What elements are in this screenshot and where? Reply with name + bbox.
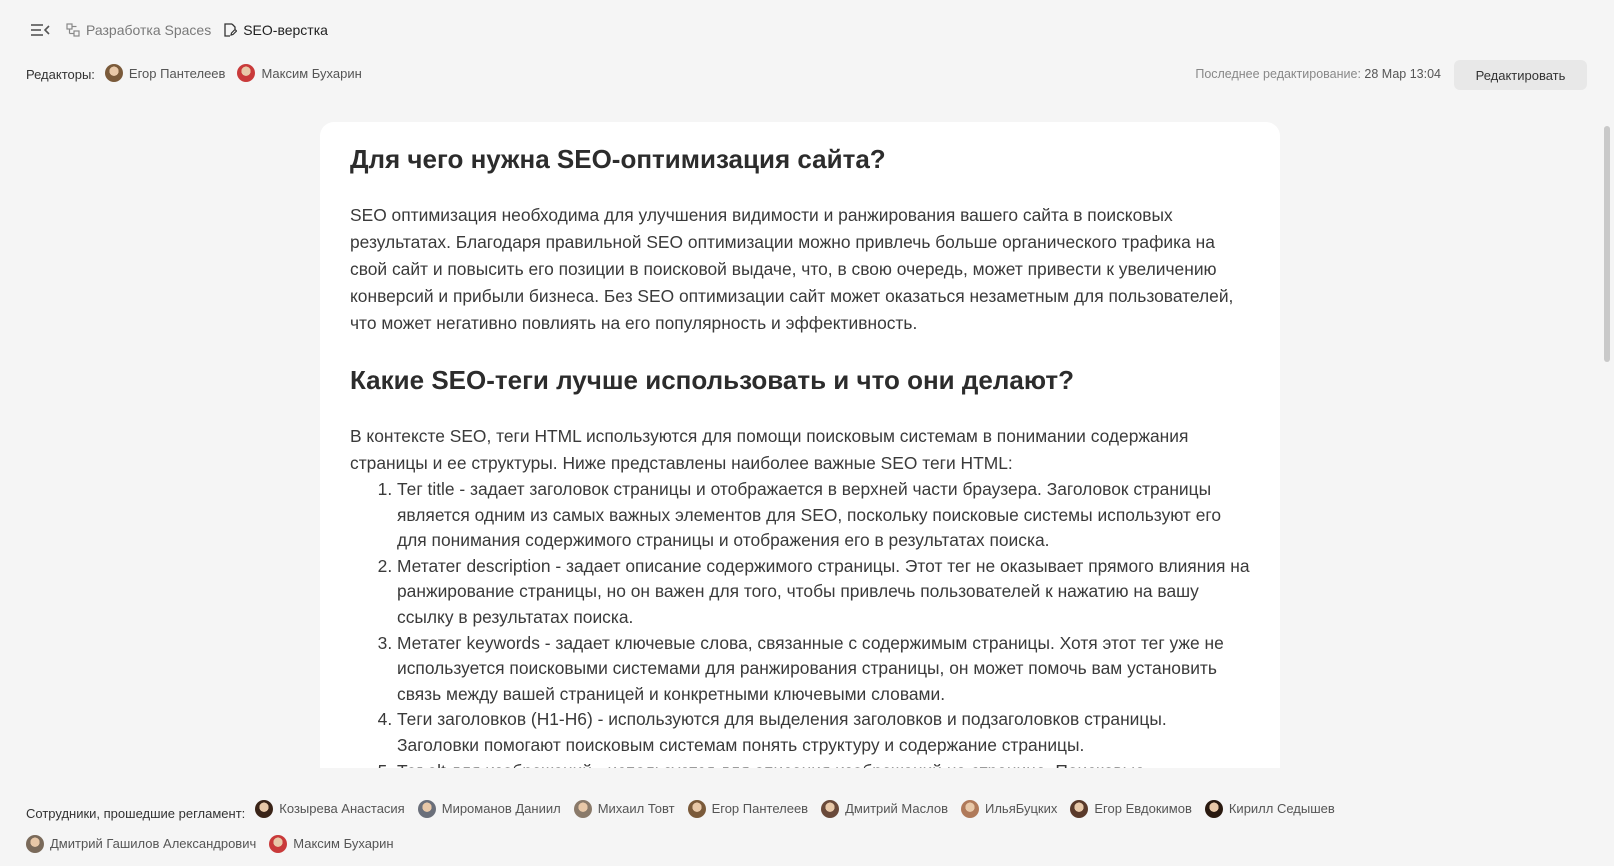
list-item: Тег alt для изображений - используется д… (397, 759, 1250, 768)
avatar (237, 64, 256, 82)
last-edit-label: Последнее редактирование: (1195, 67, 1361, 81)
editors-label: Редакторы: (26, 67, 95, 82)
editor-person-name: Егор Пантелеев (128, 65, 226, 81)
staff-label: Сотрудники, прошедшие регламент: (26, 806, 246, 821)
page-scrollbar[interactable] (1604, 126, 1610, 362)
avatar (269, 835, 288, 853)
article-heading-1: Для чего нужна SEO-оптимизация сайта? (350, 144, 886, 174)
staff-person-name: Козырева Анастасия (279, 801, 405, 816)
avatar (417, 800, 436, 818)
staff-person-name: Дмитрий Маслов (845, 801, 948, 816)
staff-person[interactable]: Козырева Анастасия (255, 794, 405, 824)
editors-bar: Редакторы: Егор Пантелеев Максим Бухарин (26, 64, 374, 85)
article-card: Для чего нужна SEO-оптимизация сайта? SE… (320, 122, 1280, 768)
staff-person-name: Егор Евдокимов (1094, 801, 1192, 816)
staff-person[interactable]: Михаил Товт (573, 794, 675, 824)
document-edit-icon (224, 23, 238, 37)
editor-person[interactable]: Максим Бухарин (237, 64, 362, 82)
staff-person[interactable]: ИльяБуцких (961, 794, 1057, 824)
avatar (255, 800, 274, 818)
editors-list: Егор Пантелеев Максим Бухарин (104, 64, 374, 85)
article-paragraph-2: В контексте SEO, теги HTML используются … (350, 426, 1189, 473)
staff-person[interactable]: Дмитрий Маслов (821, 794, 948, 824)
top-bar: Разработка Spaces SEO-верстка (28, 18, 340, 42)
avatar (961, 800, 979, 818)
staff-person[interactable]: Кирилл Седышев (1204, 794, 1335, 824)
staff-person-name: Егор Пантелеев (711, 801, 809, 816)
avatar (1070, 800, 1089, 818)
avatar (687, 800, 706, 818)
staff-person[interactable]: Мироманов Даниил (417, 794, 561, 824)
breadcrumb-space[interactable]: Разработка Spaces (66, 22, 211, 38)
editor-person[interactable]: Егор Пантелеев (104, 64, 226, 82)
staff-person-name: Кирилл Седышев (1228, 801, 1335, 816)
breadcrumb-page[interactable]: SEO-верстка (223, 22, 328, 38)
list-item: Теги заголовков (H1-H6) - используются д… (397, 707, 1250, 758)
article-paragraph-1: SEO оптимизация необходима для улучшения… (350, 205, 1234, 333)
staff-person[interactable]: Дмитрий Гашилов Александрович (26, 829, 256, 859)
staff-person-name: ИльяБуцких (985, 801, 1058, 816)
edit-button[interactable]: Редактировать (1454, 60, 1587, 90)
avatar (1204, 800, 1223, 818)
list-item: Метатег description - задает описание со… (397, 554, 1250, 631)
breadcrumb-space-label: Разработка Spaces (86, 22, 212, 38)
staff-person-name: Максим Бухарин (293, 836, 394, 851)
avatar (104, 64, 123, 82)
seo-tags-list: Тег title - задает заголовок страницы и … (350, 477, 1250, 768)
space-icon (66, 23, 80, 37)
avatar (573, 800, 592, 818)
last-edit-info: Последнее редактирование: 28 Мар 13:04 (1195, 67, 1441, 81)
staff-person-name: Мироманов Даниил (441, 801, 561, 816)
staff-person[interactable]: Егор Пантелеев (687, 794, 809, 824)
list-item: Метатег keywords - задает ключевые слова… (397, 631, 1250, 708)
staff-person[interactable]: Максим Бухарин (269, 829, 394, 859)
staff-person[interactable]: Егор Евдокимов (1070, 794, 1192, 824)
breadcrumb-page-label: SEO-верстка (243, 22, 328, 38)
avatar (821, 800, 840, 818)
staff-completed-bar: Сотрудники, прошедшие регламент: Козырева… (26, 794, 1386, 864)
editor-person-name: Максим Бухарин (261, 65, 362, 81)
last-edit-value: 28 Мар 13:04 (1364, 67, 1441, 81)
staff-person-name: Дмитрий Гашилов Александрович (50, 836, 257, 851)
avatar (26, 835, 44, 853)
menu-collapse-icon[interactable] (28, 18, 52, 42)
article-heading-2: Какие SEO-теги лучше использовать и что … (350, 365, 1074, 395)
staff-person-name: Михаил Товт (597, 801, 675, 816)
list-item: Тег title - задает заголовок страницы и … (397, 477, 1250, 554)
